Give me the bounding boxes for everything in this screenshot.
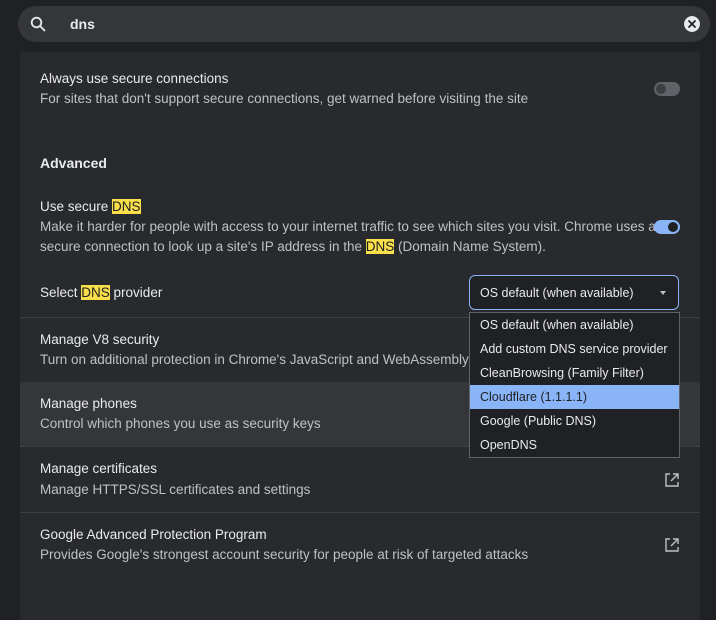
dns-option-opendns[interactable]: OpenDNS [470,433,679,457]
dns-provider-menu: OS default (when available) Add custom D… [469,312,680,458]
dns-option-google[interactable]: Google (Public DNS) [470,409,679,433]
search-box[interactable]: dns [18,6,710,42]
dns-provider-label-suffix: provider [109,285,163,300]
dns-provider-select[interactable]: OS default (when available) [469,275,679,310]
v8-security-title: Manage V8 security [40,332,160,347]
secure-connections-toggle[interactable] [654,82,680,96]
advanced-protection-subtitle: Provides Google's strongest account secu… [40,547,529,562]
v8-security-subtitle: Turn on additional protection in Chrome'… [40,352,496,367]
toggle-knob [668,222,678,232]
search-highlight: DNS [365,239,395,254]
search-icon [30,16,46,32]
divider [20,512,700,513]
advanced-protection-title: Google Advanced Protection Program [40,527,267,542]
dns-option-custom[interactable]: Add custom DNS service provider [470,337,679,361]
search-highlight: DNS [81,285,110,300]
secure-dns-description-suffix: (Domain Name System). [394,239,546,254]
chevron-down-icon [660,291,666,295]
dns-provider-selected-value: OS default (when available) [480,286,634,300]
secure-connections-title: Always use secure connections [40,71,229,86]
dns-option-os-default[interactable]: OS default (when available) [470,313,679,337]
dns-provider-label-prefix: Select [40,285,82,300]
clear-icon[interactable] [684,16,700,32]
secure-connections-subtitle: For sites that don't support secure conn… [40,91,529,106]
external-link-icon[interactable] [664,472,680,488]
toggle-knob [656,84,666,94]
secure-dns-description-text: secure connection to look up a site's IP… [40,239,366,254]
manage-certificates-subtitle: Manage HTTPS/SSL certificates and settin… [40,482,311,497]
dns-option-cloudflare[interactable]: Cloudflare (1.1.1.1) [470,385,679,409]
search-highlight: DNS [112,199,141,214]
external-link-icon[interactable] [664,537,680,553]
secure-dns-toggle[interactable] [654,220,680,234]
dns-option-cleanbrowsing[interactable]: CleanBrowsing (Family Filter) [470,361,679,385]
secure-dns-title-text: Use secure [40,199,113,214]
search-input[interactable]: dns [70,6,95,42]
secure-dns-description-line1: Make it harder for people with access to… [40,219,656,234]
manage-certificates-title: Manage certificates [40,461,158,476]
manage-phones-subtitle: Control which phones you use as security… [40,416,321,431]
secure-dns-title: Use secure DNS [40,199,141,214]
top-bar: dns [0,0,716,52]
dns-provider-label: Select DNS provider [40,285,162,300]
manage-phones-title: Manage phones [40,396,137,411]
secure-dns-description-line2: secure connection to look up a site's IP… [40,237,546,257]
advanced-heading: Advanced [40,155,107,171]
